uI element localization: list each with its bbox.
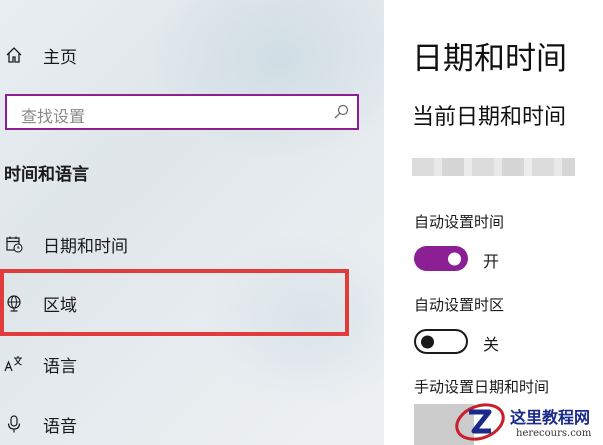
calendar-clock-icon (4, 234, 24, 254)
home-icon (4, 45, 24, 65)
nav-item-speech[interactable]: 语音 (0, 404, 384, 444)
search-placeholder: 查找设置 (21, 107, 86, 126)
nav-item-label: 日期和时间 (43, 236, 128, 257)
watermark-site: 这里教程网 (510, 408, 591, 427)
toggle-knob (421, 335, 434, 348)
section-title: 时间和语言 (4, 165, 89, 185)
microphone-icon (4, 414, 24, 434)
auto-timezone-label: 自动设置时区 (414, 296, 505, 314)
watermark-logo (455, 403, 505, 441)
nav-home-label: 主页 (43, 47, 77, 68)
auto-time-state: 开 (483, 252, 500, 271)
auto-time-label: 自动设置时间 (414, 213, 505, 231)
auto-timezone-toggle[interactable] (414, 329, 468, 354)
auto-time-toggle[interactable] (414, 246, 468, 271)
page-title: 日期和时间 (412, 41, 567, 77)
nav-item-datetime[interactable]: 日期和时间 (0, 224, 384, 264)
auto-timezone-state: 关 (483, 335, 500, 354)
nav-item-label: 语言 (43, 356, 77, 377)
current-datetime-value (412, 158, 575, 176)
search-input[interactable]: 查找设置 (5, 94, 359, 130)
nav-item-language[interactable]: 语言 (0, 344, 384, 384)
watermark: 这里教程网 herecours.com (452, 400, 603, 445)
settings-sidebar: 主页 查找设置 时间和语言 日期和时间 区域 语言 语音 (0, 0, 384, 445)
language-icon (4, 354, 24, 374)
nav-home[interactable]: 主页 (0, 35, 384, 75)
watermark-url: herecours.com (516, 428, 592, 439)
current-datetime-heading: 当前日期和时间 (412, 105, 567, 130)
search-icon[interactable] (333, 104, 349, 124)
manual-datetime-label: 手动设置日期和时间 (414, 378, 550, 396)
annotation-highlight-box (0, 269, 349, 336)
toggle-knob (448, 252, 461, 265)
nav-item-label: 语音 (43, 416, 77, 437)
background-glow (150, 0, 384, 160)
